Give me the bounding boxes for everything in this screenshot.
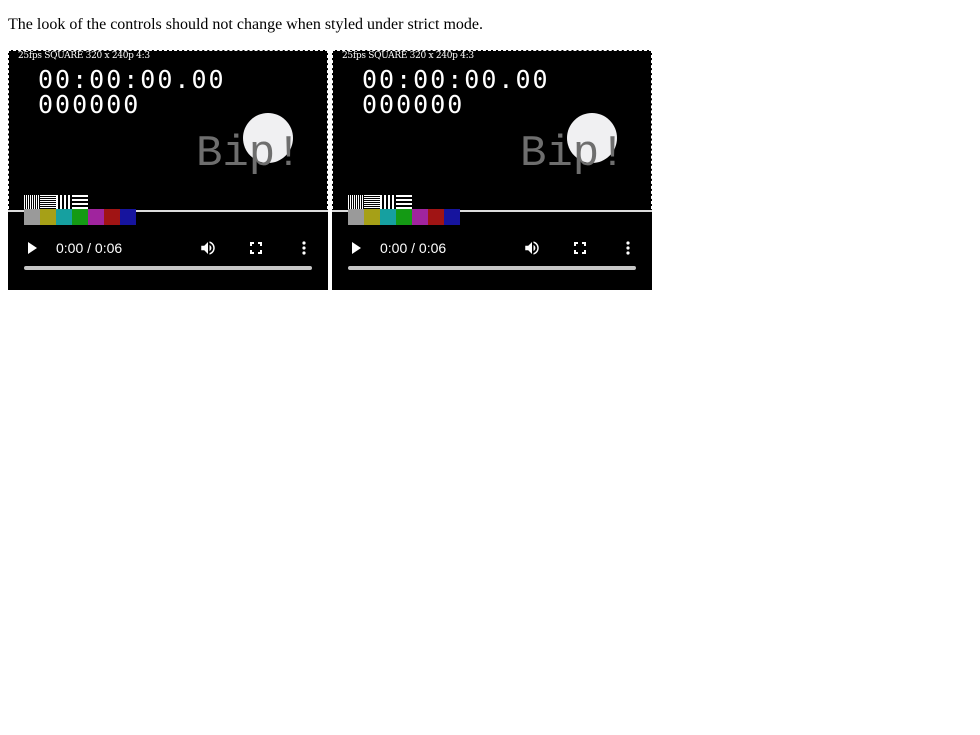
volume-icon	[525, 241, 539, 255]
video-timecode: 00:00:00.00	[362, 65, 550, 94]
fullscreen-button[interactable]	[564, 232, 596, 264]
color-bar	[364, 209, 380, 225]
video-frame-counter: 000000	[362, 90, 465, 119]
more-options-icon	[302, 241, 306, 255]
time-display: 0:00 / 0:06	[56, 240, 123, 256]
color-bar	[396, 209, 412, 225]
color-bar	[104, 209, 120, 225]
more-options-button[interactable]	[612, 232, 644, 264]
play-button[interactable]	[340, 232, 372, 264]
bip-text: Bip!	[196, 129, 302, 179]
time-display: 0:00 / 0:06	[380, 240, 447, 256]
fullscreen-icon	[250, 242, 262, 254]
mute-button[interactable]	[516, 232, 548, 264]
color-bar	[444, 209, 460, 225]
play-icon	[352, 242, 361, 254]
fullscreen-icon	[574, 242, 586, 254]
color-bar	[40, 209, 56, 225]
video-timecode: 00:00:00.00	[38, 65, 226, 94]
intro-text: The look of the controls should not chan…	[8, 16, 484, 33]
play-button[interactable]	[16, 232, 48, 264]
color-bar	[120, 209, 136, 225]
color-bars	[348, 209, 460, 225]
color-bars	[24, 209, 136, 225]
color-bar	[380, 209, 396, 225]
color-bar	[412, 209, 428, 225]
progress-bar[interactable]	[348, 266, 636, 270]
progress-bar[interactable]	[24, 266, 312, 270]
more-options-icon	[626, 241, 630, 255]
color-bar	[56, 209, 72, 225]
bip-text: Bip!	[520, 129, 626, 179]
video-format-label: 25fps SQUARE 320 x 240p 4:3	[342, 51, 474, 61]
mute-button[interactable]	[192, 232, 224, 264]
color-bar	[348, 209, 364, 225]
video-player[interactable]: 25fps SQUARE 320 x 240p 4:3 00:00:00.00 …	[8, 50, 328, 290]
color-bar	[72, 209, 88, 225]
media-controls: 0:00 / 0:06	[8, 226, 328, 290]
resolution-test-pattern	[24, 195, 88, 209]
media-controls: 0:00 / 0:06	[332, 226, 652, 290]
play-icon	[28, 242, 37, 254]
video-frame-counter: 000000	[38, 90, 141, 119]
video-format-label: 25fps SQUARE 320 x 240p 4:3	[18, 51, 150, 61]
more-options-button[interactable]	[288, 232, 320, 264]
resolution-test-pattern	[348, 195, 412, 209]
color-bar	[88, 209, 104, 225]
fullscreen-button[interactable]	[240, 232, 272, 264]
color-bar	[24, 209, 40, 225]
color-bar	[428, 209, 444, 225]
video-player[interactable]: 25fps SQUARE 320 x 240p 4:3 00:00:00.00 …	[332, 50, 652, 290]
volume-icon	[201, 241, 215, 255]
